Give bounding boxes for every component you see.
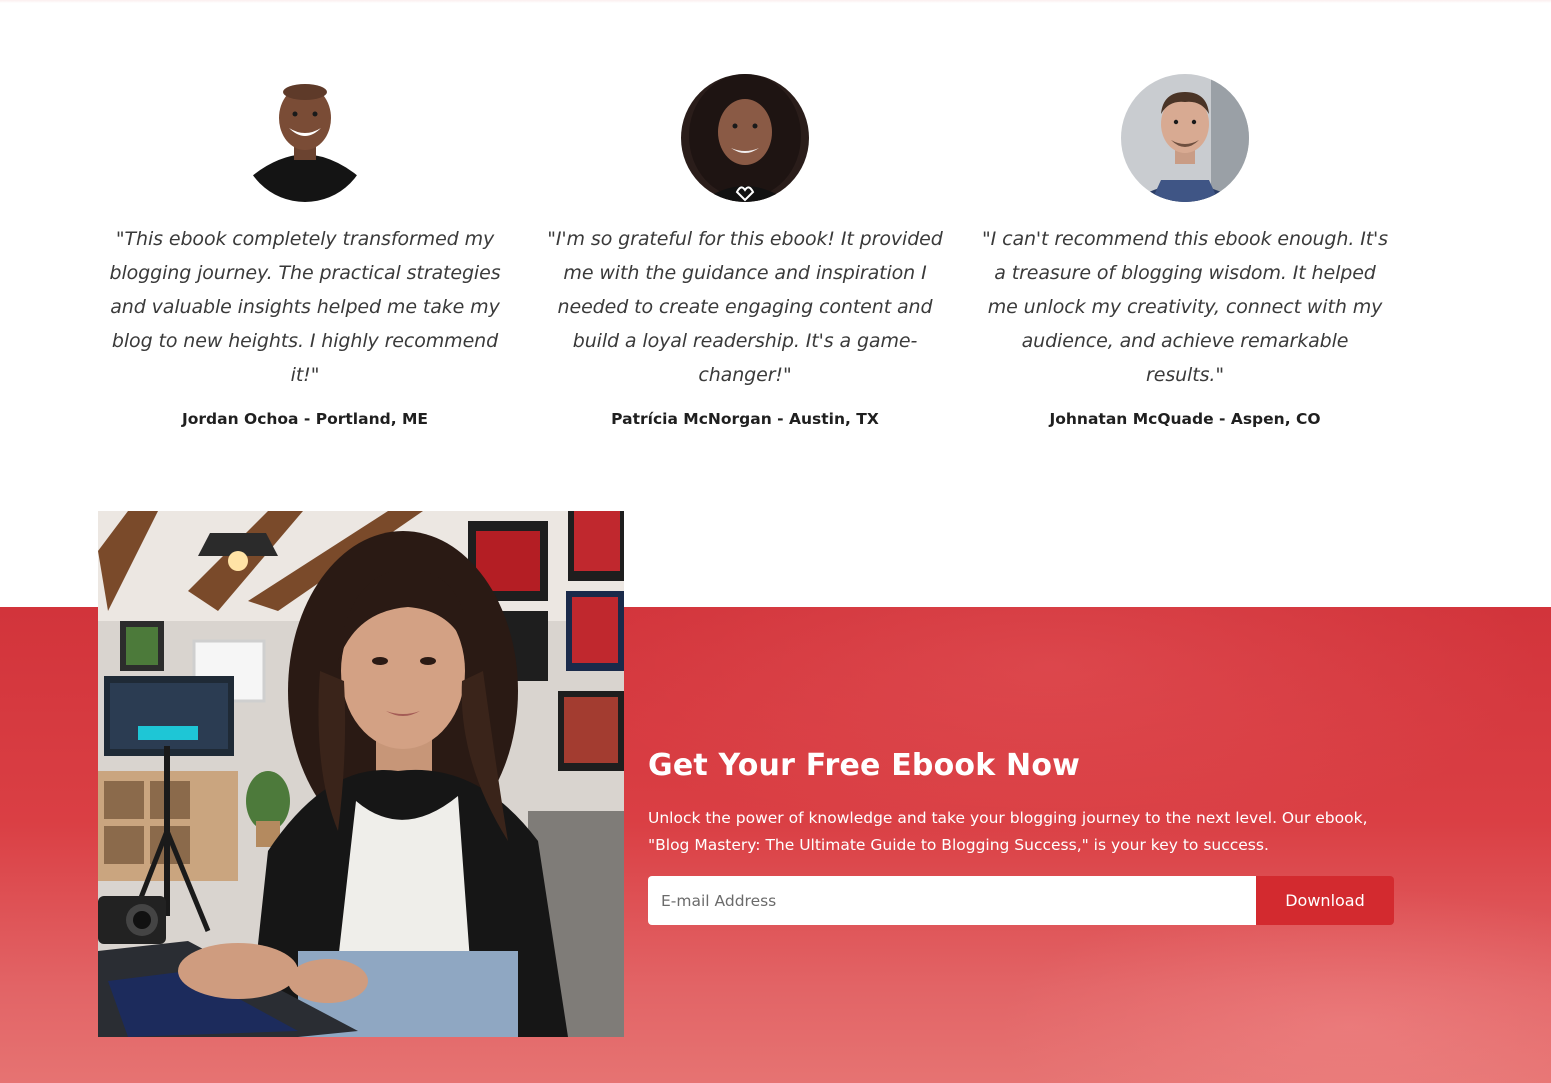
email-input[interactable] [648,876,1256,925]
signup-form: Download [648,876,1394,925]
testimonial-quote: "I'm so grateful for this ebook! It prov… [547,228,943,386]
cta-title: Get Your Free Ebook Now [648,748,1081,783]
avatar [1121,74,1249,202]
testimonial-author: Johnatan McQuade - Aspen, CO [1049,410,1321,428]
testimonial-quote: "I can't recommend this ebook enough. It… [982,228,1388,386]
testimonial-card: "I'm so grateful for this ebook! It prov… [535,74,955,428]
page: "This ebook completely transformed my bl… [0,0,1551,1083]
testimonial-quote: "This ebook completely transformed my bl… [109,228,501,386]
testimonial-author: Jordan Ochoa - Portland, ME [181,410,429,428]
testimonials-section: "This ebook completely transformed my bl… [0,0,1551,480]
testimonial-card: "I can't recommend this ebook enough. It… [975,74,1395,428]
download-button[interactable]: Download [1256,876,1394,925]
hero-photo [98,511,624,1037]
avatar [681,74,809,202]
testimonial-author: Patrícia McNorgan - Austin, TX [611,410,879,428]
testimonial-card: "This ebook completely transformed my bl… [95,74,515,428]
cta-description: Unlock the power of knowledge and take y… [648,809,1368,854]
avatar [241,74,369,202]
